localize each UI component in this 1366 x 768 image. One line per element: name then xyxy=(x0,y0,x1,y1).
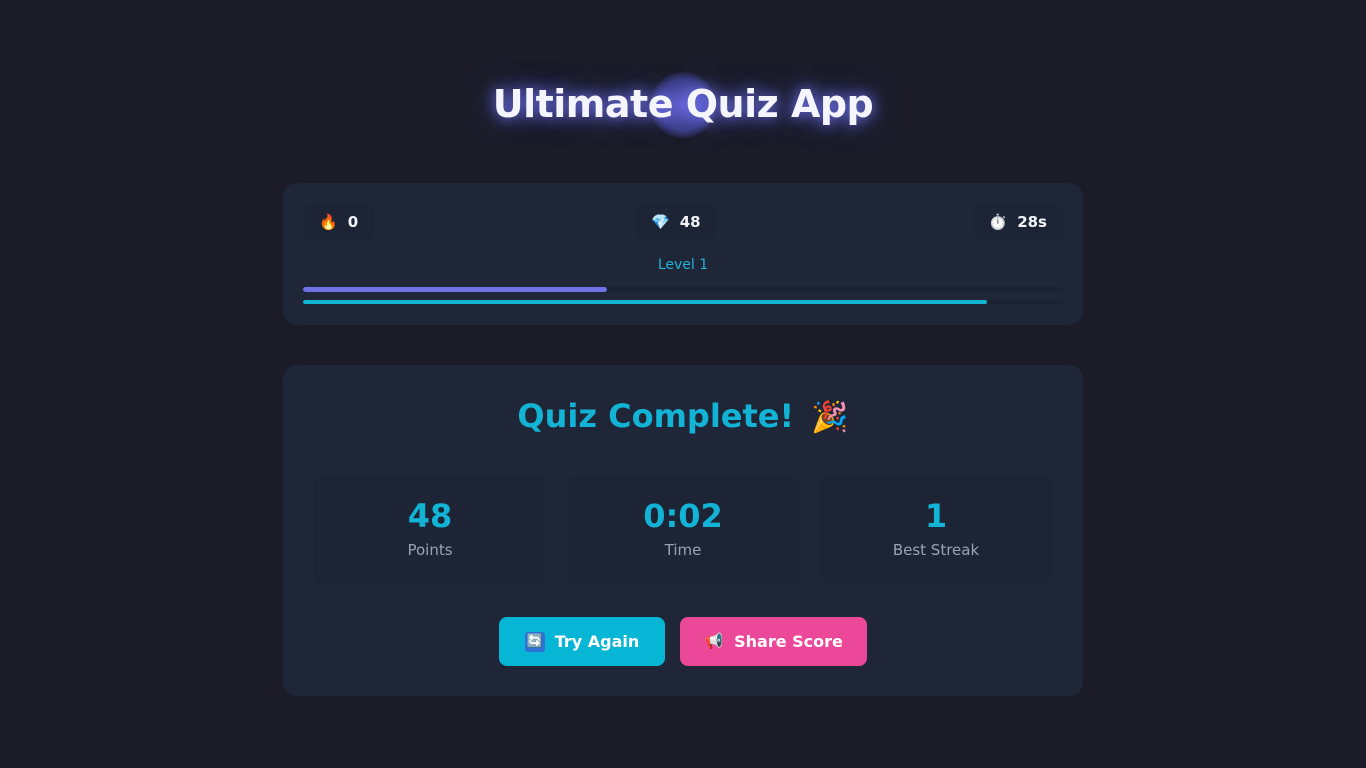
megaphone-icon: 📢 xyxy=(704,632,724,650)
streak-counter: 🔥 0 xyxy=(303,203,375,241)
best-streak-box: 1 Best Streak xyxy=(820,475,1052,585)
points-label: Points xyxy=(407,541,453,559)
gem-icon: 💎 xyxy=(651,212,670,231)
points-box: 48 Points xyxy=(314,475,546,585)
result-title: Quiz Complete! 🎉 xyxy=(283,397,1083,435)
result-title-text: Quiz Complete! xyxy=(517,397,795,435)
time-label: Time xyxy=(664,541,702,559)
app-title: Ultimate Quiz App xyxy=(492,82,874,126)
timer-counter: ⏱️ 28s xyxy=(972,203,1063,241)
party-popper-icon: 🎉 xyxy=(811,400,849,435)
gems-counter: 💎 48 xyxy=(635,203,717,241)
result-panel: Quiz Complete! 🎉 48 Points 0:02 Time 1 B… xyxy=(283,365,1083,696)
gems-value: 48 xyxy=(679,213,701,231)
share-score-button[interactable]: 📢 Share Score xyxy=(680,617,867,666)
try-again-label: Try Again xyxy=(554,632,640,651)
points-value: 48 xyxy=(407,497,453,535)
level-label: Level 1 xyxy=(657,257,709,273)
timer-value: 28s xyxy=(1017,213,1047,231)
best-streak-value: 1 xyxy=(924,497,948,535)
best-streak-label: Best Streak xyxy=(892,541,980,559)
time-remaining-fill xyxy=(303,300,987,304)
fire-icon: 🔥 xyxy=(319,212,338,231)
time-remaining-bar xyxy=(303,300,1063,304)
stopwatch-icon: ⏱️ xyxy=(988,212,1008,231)
level-progress-fill xyxy=(303,287,607,292)
time-value: 0:02 xyxy=(643,497,723,535)
try-again-button[interactable]: 🔄 Try Again xyxy=(499,617,665,666)
stats-panel: 🔥 0 💎 48 ⏱️ 28s Level 1 xyxy=(283,183,1083,325)
time-box: 0:02 Time xyxy=(567,475,799,585)
header: Ultimate Quiz App xyxy=(0,72,1366,138)
streak-value: 0 xyxy=(347,213,359,231)
share-score-label: Share Score xyxy=(734,632,843,651)
refresh-icon: 🔄 xyxy=(524,631,545,652)
level-progress-bar xyxy=(303,287,1063,292)
